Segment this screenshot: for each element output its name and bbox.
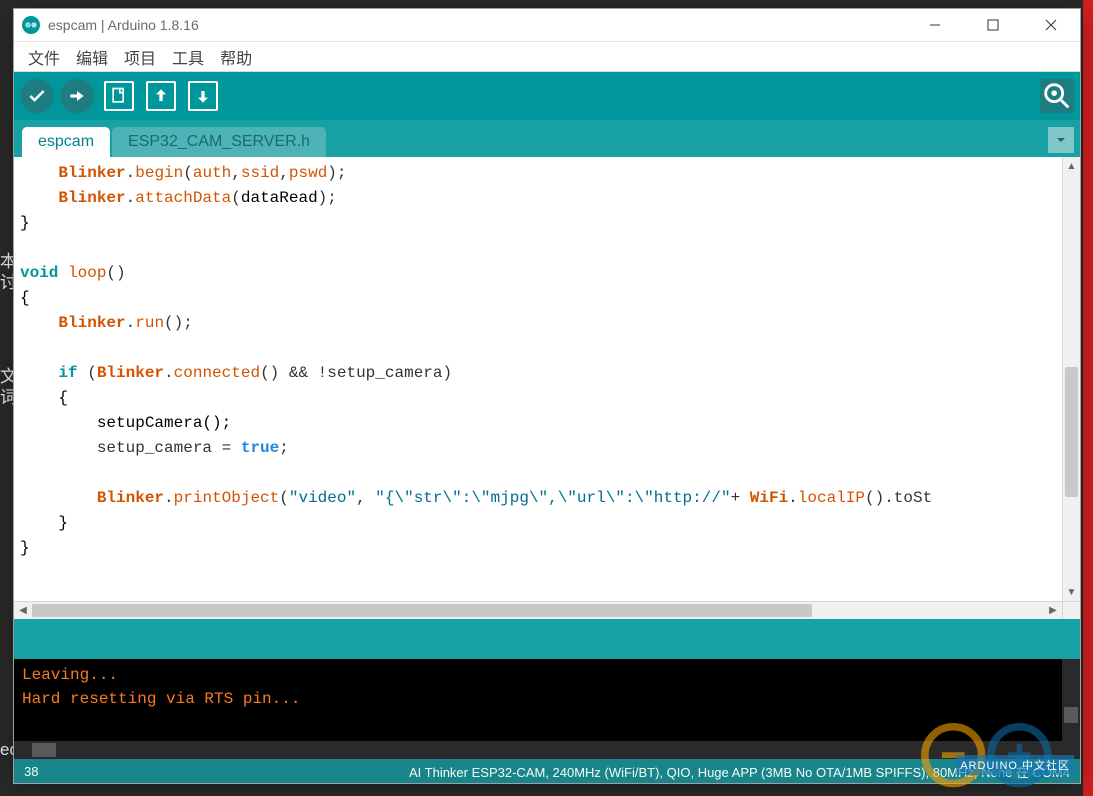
tab-menu-dropdown[interactable]: [1048, 127, 1074, 153]
scroll-thumb[interactable]: [32, 743, 56, 757]
console-vertical-scrollbar[interactable]: [1062, 659, 1080, 741]
console-line: Leaving...: [22, 666, 118, 684]
upload-button[interactable]: [60, 79, 94, 113]
tab-espcam[interactable]: espcam: [22, 127, 110, 157]
scroll-corner: [1062, 741, 1080, 759]
window-title: espcam | Arduino 1.8.16: [48, 17, 199, 33]
scroll-up-icon[interactable]: ▲: [1063, 157, 1080, 175]
window-controls: [906, 9, 1080, 41]
scroll-down-icon[interactable]: ▼: [1063, 583, 1080, 601]
toolbar: [14, 72, 1080, 120]
menubar: 文件 编辑 项目 工具 帮助: [14, 42, 1080, 72]
new-sketch-button[interactable]: [104, 81, 134, 111]
menu-tools[interactable]: 工具: [166, 43, 210, 71]
output-console[interactable]: Leaving... Hard resetting via RTS pin...: [14, 659, 1062, 741]
titlebar[interactable]: espcam | Arduino 1.8.16: [14, 9, 1080, 42]
editor-horizontal-scrollbar[interactable]: ◀ ▶: [14, 601, 1062, 619]
editor-area: Blinker.begin(auth,ssid,pswd); Blinker.a…: [14, 157, 1080, 619]
serial-monitor-button[interactable]: [1040, 79, 1074, 113]
tab-esp32-cam-server-h[interactable]: ESP32_CAM_SERVER.h: [112, 127, 326, 157]
arduino-ide-window: espcam | Arduino 1.8.16 文件 编辑 项目 工具 帮助: [13, 8, 1081, 784]
scroll-right-icon[interactable]: ▶: [1044, 602, 1062, 619]
status-board-info: AI Thinker ESP32-CAM, 240MHz (WiFi/BT), …: [409, 762, 1070, 781]
scroll-thumb[interactable]: [1064, 707, 1078, 723]
status-line-number: 38: [24, 764, 38, 779]
console-line: Hard resetting via RTS pin...: [22, 690, 300, 708]
wallpaper-stripe: [1083, 0, 1093, 796]
open-sketch-button[interactable]: [146, 81, 176, 111]
scroll-thumb[interactable]: [32, 604, 812, 617]
code-editor[interactable]: Blinker.begin(auth,ssid,pswd); Blinker.a…: [14, 157, 1062, 601]
arduino-logo-icon: [22, 16, 40, 34]
console-horizontal-scrollbar[interactable]: [14, 741, 1062, 759]
editor-vertical-scrollbar[interactable]: ▲ ▼: [1062, 157, 1080, 601]
verify-button[interactable]: [20, 79, 54, 113]
scroll-left-icon[interactable]: ◀: [14, 602, 32, 619]
console-divider[interactable]: [14, 619, 1080, 659]
menu-edit[interactable]: 编辑: [70, 43, 114, 71]
output-console-area: Leaving... Hard resetting via RTS pin...: [14, 659, 1080, 759]
close-button[interactable]: [1022, 9, 1080, 41]
save-sketch-button[interactable]: [188, 81, 218, 111]
menu-help[interactable]: 帮助: [214, 43, 258, 71]
scroll-corner: [1062, 601, 1080, 619]
scroll-thumb[interactable]: [1065, 367, 1078, 497]
menu-file[interactable]: 文件: [22, 43, 66, 71]
menu-sketch[interactable]: 项目: [118, 43, 162, 71]
tabbar: espcam ESP32_CAM_SERVER.h: [14, 120, 1080, 157]
maximize-button[interactable]: [964, 9, 1022, 41]
status-bar: 38 AI Thinker ESP32-CAM, 240MHz (WiFi/BT…: [14, 759, 1080, 783]
minimize-button[interactable]: [906, 9, 964, 41]
